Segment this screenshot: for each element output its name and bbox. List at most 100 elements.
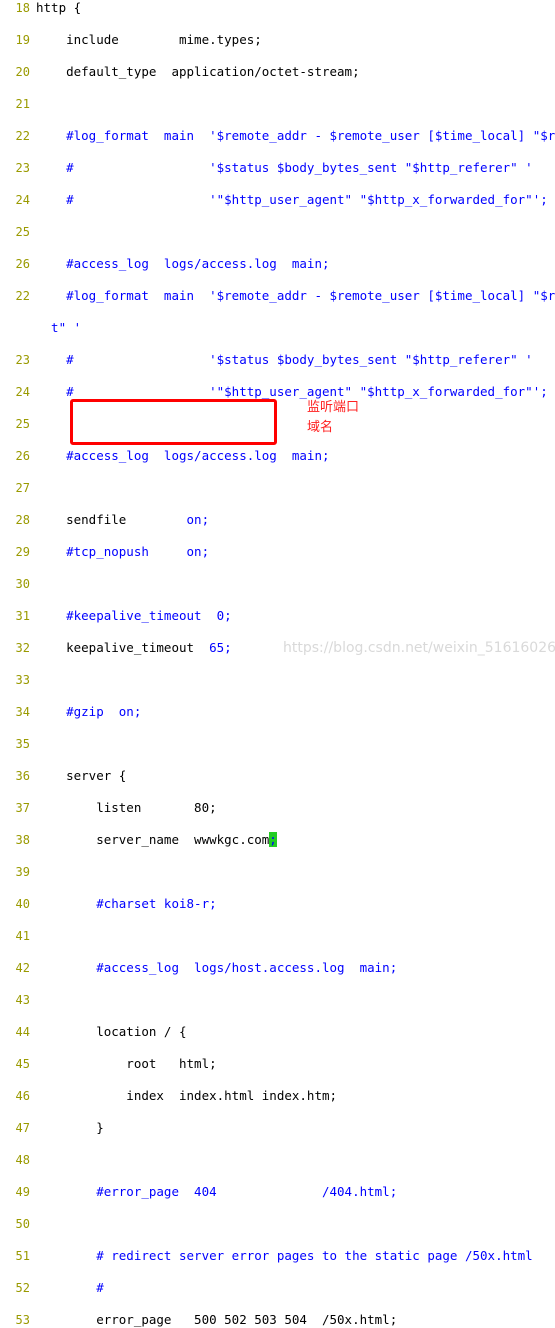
code-line-text: #access_log logs/access.log main;: [36, 448, 330, 463]
code-line[interactable]: 33: [0, 672, 555, 688]
code-line[interactable]: 24 # '"$http_user_agent" "$http_x_forwar…: [0, 192, 555, 208]
line-number: 48: [15, 1153, 30, 1167]
code-lines-container[interactable]: 18 http { 19 include mime.types; 20 default…: [0, 0, 555, 1327]
line-number: 36: [15, 769, 30, 783]
code-editor-pane[interactable]: 18 http { 19 include mime.types; 20 default…: [0, 0, 555, 1327]
code-line-text: root html;: [36, 1056, 217, 1071]
text-cursor-selection: ;: [269, 832, 277, 847]
code-line[interactable]: 18 http {: [0, 0, 555, 16]
code-line[interactable]: 40 #charset koi8-r;: [0, 896, 555, 912]
code-line[interactable]: 21: [0, 96, 555, 112]
line-number: 29: [15, 545, 30, 559]
code-line[interactable]: 43: [0, 992, 555, 1008]
line-number: 24: [15, 193, 30, 207]
code-line[interactable]: 38 server_name wwwkgc.com;: [0, 832, 555, 848]
code-line[interactable]: 26 #access_log logs/access.log main;: [0, 448, 555, 464]
line-number: 46: [15, 1089, 30, 1103]
code-line-text: # redirect server error pages to the sta…: [36, 1248, 533, 1263]
code-line-text: #error_page 404 /404.html;: [36, 1184, 398, 1199]
annotation-listen-port: 监听端口: [307, 400, 360, 415]
code-line[interactable]: 52 #: [0, 1280, 555, 1296]
line-number: 53: [15, 1313, 30, 1327]
code-line-text: #keepalive_timeout 0;: [36, 608, 232, 623]
code-line-text: #log_format main '$remote_addr - $remote…: [36, 128, 555, 143]
line-number: 26: [15, 257, 30, 271]
code-line[interactable]: 35: [0, 736, 555, 752]
code-line[interactable]: 46 index index.html index.htm;: [0, 1088, 555, 1104]
code-line-text: #access_log logs/access.log main;: [36, 256, 330, 271]
line-number: 23: [15, 161, 30, 175]
line-number: 44: [15, 1025, 30, 1039]
code-line[interactable]: 47 }: [0, 1120, 555, 1136]
code-line[interactable]: 22 #log_format main '$remote_addr - $rem…: [0, 128, 555, 144]
code-line-text: server {: [36, 768, 127, 783]
line-number: 22: [15, 129, 30, 143]
line-number: 35: [15, 737, 30, 751]
line-number: 38: [15, 833, 30, 847]
code-line[interactable]: 49 #error_page 404 /404.html;: [0, 1184, 555, 1200]
line-number: 51: [15, 1249, 30, 1263]
code-line[interactable]: 25: [0, 224, 555, 240]
code-line[interactable]: 27: [0, 480, 555, 496]
code-line[interactable]: t" ': [0, 320, 555, 336]
line-number: 21: [15, 97, 30, 111]
code-line-text: # '"$http_user_agent" "$http_x_forwarded…: [36, 384, 548, 399]
code-line[interactable]: 19 include mime.types;: [0, 32, 555, 48]
code-line[interactable]: 32 keepalive_timeout 65;: [0, 640, 555, 656]
code-line[interactable]: 50: [0, 1216, 555, 1232]
code-line[interactable]: 36 server {: [0, 768, 555, 784]
code-line[interactable]: 23 # '$status $body_bytes_sent "$http_re…: [0, 160, 555, 176]
line-number: 31: [15, 609, 30, 623]
code-line-text: #: [36, 1280, 104, 1295]
code-line[interactable]: 23 # '$status $body_bytes_sent "$http_re…: [0, 352, 555, 368]
line-number: 33: [15, 673, 30, 687]
code-line[interactable]: 22 #log_format main '$remote_addr - $rem…: [0, 288, 555, 304]
code-line-text: error_page 500 502 503 504 /50x.html;: [36, 1312, 398, 1327]
code-line[interactable]: 48: [0, 1152, 555, 1168]
code-line-text: }: [36, 1120, 104, 1135]
line-number: 41: [15, 929, 30, 943]
code-line[interactable]: 30: [0, 576, 555, 592]
line-number: 47: [15, 1121, 30, 1135]
code-line[interactable]: 34 #gzip on;: [0, 704, 555, 720]
code-line[interactable]: 53 error_page 500 502 503 504 /50x.html;: [0, 1312, 555, 1328]
code-line-text: sendfile on;: [36, 512, 210, 527]
code-line[interactable]: 20 default_type application/octet-stream…: [0, 64, 555, 80]
code-line-text: #access_log logs/host.access.log main;: [36, 960, 398, 975]
code-line[interactable]: 44 location / {: [0, 1024, 555, 1040]
line-number: 52: [15, 1281, 30, 1295]
code-line-text: #gzip on;: [36, 704, 142, 719]
line-number: 43: [15, 993, 30, 1007]
line-number: 37: [15, 801, 30, 815]
code-line-text: # '"$http_user_agent" "$http_x_forwarded…: [36, 192, 548, 207]
code-line[interactable]: 41: [0, 928, 555, 944]
code-line[interactable]: 39: [0, 864, 555, 880]
code-line[interactable]: 24 # '"$http_user_agent" "$http_x_forwar…: [0, 384, 555, 400]
code-line[interactable]: 42 #access_log logs/host.access.log main…: [0, 960, 555, 976]
code-line[interactable]: 37 listen 80;: [0, 800, 555, 816]
line-number: 24: [15, 385, 30, 399]
line-number: 34: [15, 705, 30, 719]
code-line[interactable]: 45 root html;: [0, 1056, 555, 1072]
line-number: 40: [15, 897, 30, 911]
code-line[interactable]: 28 sendfile on;: [0, 512, 555, 528]
code-line-text: #tcp_nopush on;: [36, 544, 210, 559]
line-number: 20: [15, 65, 30, 79]
code-line[interactable]: 51 # redirect server error pages to the …: [0, 1248, 555, 1264]
code-line[interactable]: 29 #tcp_nopush on;: [0, 544, 555, 560]
line-number: 22: [15, 289, 30, 303]
line-number: 39: [15, 865, 30, 879]
code-line[interactable]: 26 #access_log logs/access.log main;: [0, 256, 555, 272]
code-line-text: http {: [36, 0, 82, 15]
annotation-server-name: 域名: [307, 420, 334, 435]
line-number: 23: [15, 353, 30, 367]
code-line-text: t" ': [36, 320, 82, 335]
code-line[interactable]: 31 #keepalive_timeout 0;: [0, 608, 555, 624]
line-number: 26: [15, 449, 30, 463]
code-line-text: keepalive_timeout 65;: [36, 640, 232, 655]
code-line[interactable]: 25: [0, 416, 555, 432]
code-line-text: server_name wwwkgc.com;: [36, 832, 277, 847]
line-number: 25: [15, 417, 30, 431]
line-number: 30: [15, 577, 30, 591]
code-line-text: #log_format main '$remote_addr - $remote…: [36, 288, 555, 303]
